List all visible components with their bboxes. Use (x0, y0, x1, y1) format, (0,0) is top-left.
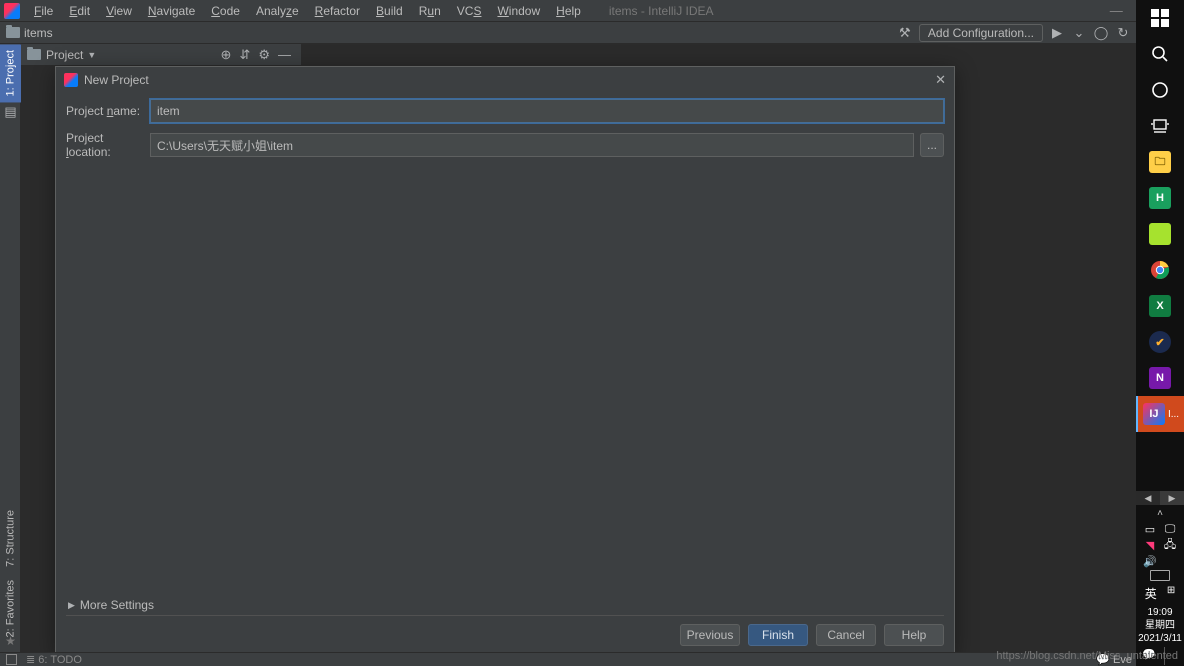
clock-day: 星期四 (1138, 619, 1182, 632)
intellij-taskbar-icon[interactable]: IJ I... (1136, 396, 1184, 432)
project-name-label: Project name: (66, 104, 150, 118)
chevron-down-icon[interactable]: ▼ (87, 50, 96, 60)
gear-icon[interactable]: ⚙ (258, 47, 270, 63)
project-location-label: Project location: (66, 131, 150, 159)
menu-edit[interactable]: Edit (61, 2, 98, 20)
project-location-input[interactable] (150, 133, 914, 157)
help-button[interactable]: Help (884, 624, 944, 646)
menu-navigate[interactable]: Navigate (140, 2, 203, 20)
menu-file[interactable]: File (26, 2, 61, 20)
todo-app-icon[interactable]: ✔ (1136, 324, 1184, 360)
breadcrumb[interactable]: items (24, 26, 53, 40)
todo-tab[interactable]: ≣ 6: TODO (26, 653, 82, 666)
sidebar-file-icon[interactable]: ▤ (0, 104, 21, 120)
menu-vcs[interactable]: VCS (449, 2, 490, 20)
taskbar-scroll-left[interactable]: ◀ (1136, 491, 1160, 505)
triangle-right-icon: ▶ (68, 600, 75, 611)
status-window-icon[interactable] (6, 654, 17, 665)
app-logo-icon (4, 3, 20, 19)
ime-language-indicator[interactable]: 英 (1145, 585, 1157, 602)
menu-view[interactable]: View (98, 2, 140, 20)
menu-run[interactable]: Run (411, 2, 449, 20)
ime-mode-icon[interactable]: ⊞ (1167, 585, 1175, 602)
menu-build[interactable]: Build (368, 2, 411, 20)
locate-icon[interactable]: ⊕ (221, 47, 232, 63)
menu-window[interactable]: Window (489, 2, 548, 20)
hide-panel-icon[interactable]: — (278, 47, 291, 62)
menu-code[interactable]: Code (203, 2, 248, 20)
profile-icon[interactable]: ↻ (1115, 25, 1131, 41)
onenote-icon[interactable]: N (1136, 360, 1184, 396)
previous-button[interactable]: Previous (680, 624, 740, 646)
search-icon[interactable] (1136, 36, 1184, 72)
file-explorer-icon[interactable]: 🗀 (1136, 144, 1184, 180)
window-title: items - IntelliJ IDEA (609, 4, 714, 18)
menu-refactor[interactable]: Refactor (307, 2, 368, 20)
tray-overflow-icon[interactable]: ˄ (1136, 505, 1184, 521)
expand-all-icon[interactable]: ⇵ (239, 47, 250, 63)
cortana-icon[interactable] (1136, 72, 1184, 108)
new-project-dialog: New Project ✕ Project name: Project loca… (55, 66, 955, 655)
watermark-url: https://blog.csdn.net/Miss_untalented (996, 650, 1178, 662)
favorites-star-icon: ★ (0, 634, 21, 648)
debug-icon[interactable]: ⌄ (1071, 25, 1087, 41)
project-name-input[interactable] (150, 99, 944, 123)
project-folder-icon (27, 49, 41, 60)
excel-icon[interactable]: X (1136, 288, 1184, 324)
run-icon[interactable]: ▶ (1049, 25, 1065, 41)
dialog-title: New Project (84, 73, 149, 87)
app-pycharm-icon[interactable] (1136, 216, 1184, 252)
sidebar-tab-project[interactable]: 1: Project (0, 44, 21, 102)
project-dropdown[interactable]: Project (46, 48, 83, 62)
clock-time[interactable]: 19:09 (1138, 606, 1182, 619)
tray-display-icon[interactable]: 🖵 (1163, 522, 1177, 536)
add-configuration-button[interactable]: Add Configuration... (919, 24, 1043, 42)
menu-analyze[interactable]: Analyze (248, 2, 307, 20)
build-hammer-icon[interactable]: ⚒ (897, 25, 913, 41)
tray-battery-icon[interactable]: ▭ (1143, 522, 1157, 536)
tray-people-icon[interactable]: ◥ (1143, 538, 1157, 552)
browse-location-button[interactable]: ... (920, 133, 944, 157)
clock-date: 2021/3/11 (1138, 632, 1182, 645)
start-button[interactable] (1136, 0, 1184, 36)
tray-volume-icon[interactable]: 🔊 (1143, 554, 1157, 568)
menu-help[interactable]: Help (548, 2, 589, 20)
dialog-logo-icon (64, 73, 78, 87)
app-hbuilder-icon[interactable]: H (1136, 180, 1184, 216)
minimize-button[interactable]: — (1110, 3, 1123, 19)
dialog-separator (66, 615, 944, 616)
coverage-icon[interactable]: ◯ (1093, 25, 1109, 41)
finish-button[interactable]: Finish (748, 624, 808, 646)
sidebar-tab-structure[interactable]: 7: Structure (0, 504, 21, 573)
more-settings-toggle[interactable]: ▶ More Settings (68, 598, 154, 612)
tray-network-icon[interactable]: 🖧 (1163, 538, 1177, 552)
tray-keyboard-icon[interactable] (1150, 570, 1170, 581)
windows-taskbar: 🗀 H X ✔ N IJ I... ◀ ▶ ˄ ▭ 🖵 ◥ 🖧 🔊 英 ⊞ 19:0… (1136, 0, 1184, 666)
cancel-button[interactable]: Cancel (816, 624, 876, 646)
task-view-icon[interactable] (1136, 108, 1184, 144)
folder-icon (6, 27, 20, 38)
taskbar-scroll-right[interactable]: ▶ (1160, 491, 1184, 505)
dialog-close-button[interactable]: ✕ (935, 72, 946, 88)
chrome-icon[interactable] (1136, 252, 1184, 288)
